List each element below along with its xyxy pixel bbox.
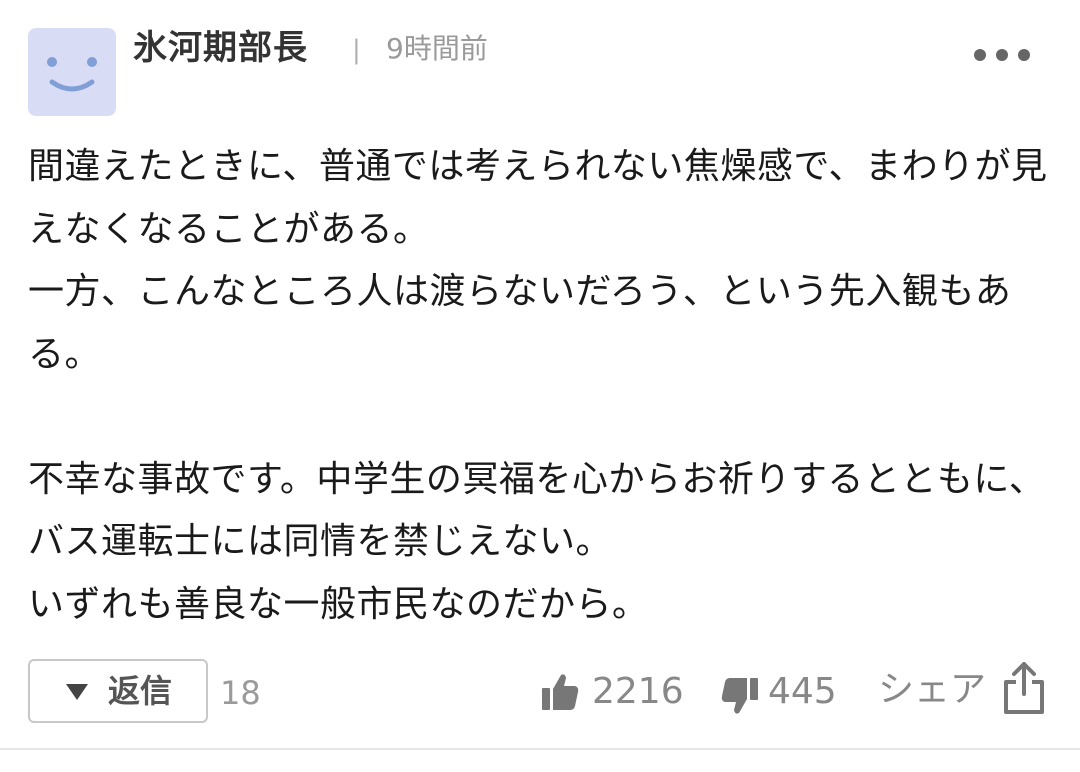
dislike-count: 445 [768,671,837,712]
reply-label: 返信 [108,672,173,710]
divider [0,748,1080,750]
post-time: 9時間前 [386,32,488,65]
comment-body: 間違えたときに、普通では考えられない焦燥感で、まわりが見えなくなることがある。 … [28,146,1048,625]
smiley-avatar-icon [47,57,97,92]
share-icon [1004,662,1044,714]
reply-count: 18 [220,674,261,712]
meta-separator: | [352,35,361,65]
comment-card: 氷河期部長 | 9時間前 間違えたときに、普通では考えられない焦燥感で、まわりが… [0,0,1080,772]
like-count: 2216 [592,671,684,712]
thumbs-down-icon [721,678,758,714]
reply-button[interactable]: 返信 [28,659,208,723]
thumbs-up-icon [542,674,579,710]
avatar[interactable] [28,28,116,116]
triangle-down-icon [66,684,88,700]
share-label: シェア [878,669,987,710]
author-name[interactable]: 氷河期部長 [133,26,308,70]
more-dots-icon[interactable] [972,40,1032,70]
